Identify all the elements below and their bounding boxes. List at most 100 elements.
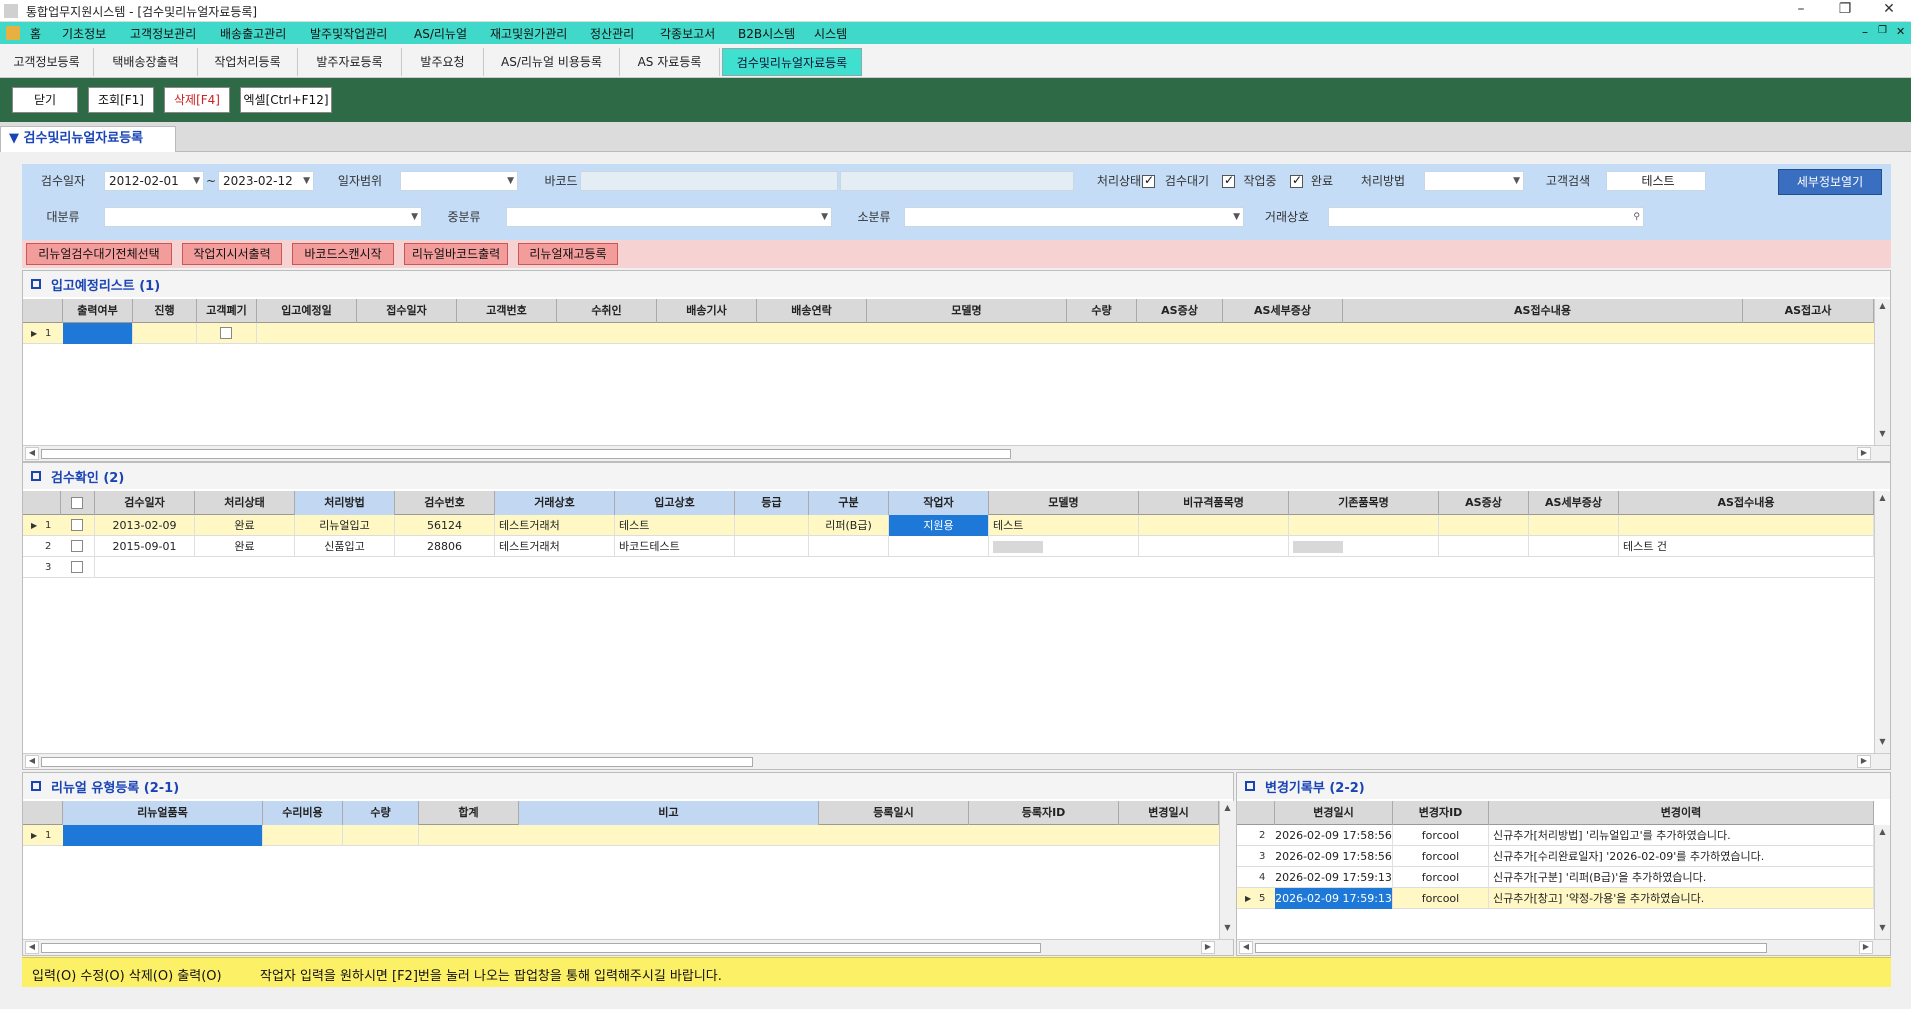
scroll-up-icon[interactable]: ▲ bbox=[1876, 827, 1889, 841]
tab-work-register[interactable]: 작업처리등록 bbox=[198, 48, 298, 76]
column-header[interactable]: 접수일자 bbox=[357, 299, 457, 323]
table-row[interactable]: 2 2026-02-09 17:58:56 forcool 신규추가[처리방법]… bbox=[1237, 825, 1874, 846]
change-log-hscroll[interactable]: ◀ ▶ bbox=[1237, 939, 1890, 955]
grade-cell[interactable] bbox=[735, 515, 809, 536]
menu-item-shipping[interactable]: 배송출고관리 bbox=[220, 25, 286, 42]
mdi-minimize-icon[interactable]: – bbox=[1862, 25, 1868, 39]
tab-inspection-renewal[interactable]: 검수및리뉴얼자료등록 bbox=[722, 48, 862, 76]
method-cell[interactable]: 신품입고 bbox=[295, 536, 395, 557]
scroll-down-icon[interactable]: ▼ bbox=[1221, 923, 1234, 937]
menu-item-b2b[interactable]: B2B시스템 bbox=[738, 25, 795, 42]
column-header[interactable]: 기존품목명 bbox=[1289, 491, 1439, 515]
renewal-hscroll[interactable]: ◀ ▶ bbox=[23, 939, 1233, 955]
tab-order-data[interactable]: 발주자료등록 bbox=[298, 48, 402, 76]
change-log-cell[interactable]: 신규추가[창고] '약정-가용'을 추가하였습니다. bbox=[1489, 888, 1874, 909]
change-log-cell[interactable]: 신규추가[구분] '리퍼(B급)'을 추가하였습니다. bbox=[1489, 867, 1874, 888]
mdi-restore-icon[interactable]: ❐ bbox=[1878, 25, 1887, 36]
table-row[interactable]: 2 2015-09-01 완료 신품입고 28806 테스트거래처 바코드테스트… bbox=[23, 536, 1874, 557]
change-date-cell[interactable]: 2026-02-09 17:59:13 bbox=[1275, 867, 1393, 888]
column-header[interactable]: AS증상 bbox=[1439, 491, 1529, 515]
progress-cell[interactable] bbox=[133, 323, 197, 344]
column-header[interactable]: 처리상태 bbox=[195, 491, 295, 515]
type-cell[interactable]: 리퍼(B급) bbox=[809, 515, 889, 536]
checkbox-done[interactable] bbox=[1290, 173, 1303, 188]
column-header[interactable]: 처리방법 bbox=[295, 491, 395, 515]
mid-category-select[interactable]: ▼ bbox=[506, 207, 832, 227]
date-from-input[interactable]: 2012-02-01 ▼ bbox=[104, 171, 204, 191]
column-header[interactable]: 변경자ID bbox=[1393, 801, 1489, 825]
vendor-input[interactable]: ⚲ bbox=[1328, 207, 1644, 227]
scroll-up-icon[interactable]: ▲ bbox=[1876, 301, 1889, 315]
tab-waybill-print[interactable]: 택배송장출력 bbox=[94, 48, 198, 76]
menu-item-basic-info[interactable]: 기초정보 bbox=[62, 25, 106, 42]
change-log-cell[interactable]: 신규추가[수리완료일자] '2026-02-09'를 추가하였습니다. bbox=[1489, 846, 1874, 867]
renewal-stock-register-button[interactable]: 리뉴얼재고등록 bbox=[518, 243, 618, 265]
column-header[interactable]: 리뉴얼품목 bbox=[63, 801, 263, 825]
restore-icon[interactable]: ❐ bbox=[1830, 1, 1860, 17]
nonstd-cell[interactable] bbox=[1139, 536, 1289, 557]
row-checkbox-cell[interactable] bbox=[61, 536, 95, 557]
column-header[interactable]: 거래상호 bbox=[495, 491, 615, 515]
print-work-order-button[interactable]: 작업지시서출력 bbox=[182, 243, 282, 265]
table-row[interactable]: ▶ 1 bbox=[23, 323, 1874, 344]
renewal-item-cell[interactable] bbox=[63, 825, 263, 846]
column-header[interactable]: 등급 bbox=[735, 491, 809, 515]
column-header[interactable]: 수량 bbox=[1067, 299, 1137, 323]
scroll-up-icon[interactable]: ▲ bbox=[1221, 803, 1234, 817]
grade-cell[interactable] bbox=[735, 536, 809, 557]
column-header[interactable]: 비고 bbox=[519, 801, 819, 825]
as-content-cell[interactable] bbox=[1619, 515, 1874, 536]
quantity-cell[interactable] bbox=[343, 825, 419, 846]
as-symptom-cell[interactable] bbox=[1439, 536, 1529, 557]
minimize-icon[interactable]: – bbox=[1786, 1, 1816, 17]
column-header[interactable]: 진행 bbox=[133, 299, 197, 323]
column-header[interactable]: 출력여부 bbox=[63, 299, 133, 323]
as-content-cell[interactable]: 테스트 건 bbox=[1619, 536, 1874, 557]
column-header[interactable]: 모델명 bbox=[989, 491, 1139, 515]
worker-cell[interactable]: 지원용 bbox=[889, 515, 989, 536]
renewal-barcode-print-button[interactable]: 리뉴얼바코드출력 bbox=[404, 243, 508, 265]
inspect-no-cell[interactable]: 28806 bbox=[395, 536, 495, 557]
scroll-right-icon[interactable]: ▶ bbox=[1857, 447, 1871, 460]
column-header[interactable]: 등록자ID bbox=[969, 801, 1119, 825]
status-cell[interactable]: 완료 bbox=[195, 536, 295, 557]
change-log-vscroll[interactable]: ▲ ▼ bbox=[1874, 825, 1890, 939]
minor-category-select[interactable]: ▼ bbox=[904, 207, 1244, 227]
menu-item-home[interactable]: 홈 bbox=[30, 25, 41, 42]
orig-item-cell[interactable] bbox=[1289, 515, 1439, 536]
row-checkbox[interactable] bbox=[71, 561, 83, 573]
tab-as-data[interactable]: AS 자료등록 bbox=[620, 48, 720, 76]
delete-button[interactable]: 삭제[F4] bbox=[164, 87, 230, 113]
orig-item-cell[interactable] bbox=[1289, 536, 1439, 557]
vendor-cell[interactable]: 테스트거래처 bbox=[495, 536, 615, 557]
vendor-cell[interactable]: 테스트거래처 bbox=[495, 515, 615, 536]
inspect-date-cell[interactable]: 2013-02-09 bbox=[95, 515, 195, 536]
column-header[interactable]: 입고상호 bbox=[615, 491, 735, 515]
change-user-cell[interactable]: forcool bbox=[1393, 846, 1489, 867]
column-header[interactable]: 수량 bbox=[343, 801, 419, 825]
tab-as-cost[interactable]: AS/리뉴얼 비용등록 bbox=[484, 48, 620, 76]
column-header[interactable]: 모델명 bbox=[867, 299, 1067, 323]
mdi-close-icon[interactable]: ✕ bbox=[1896, 25, 1905, 38]
method-select[interactable]: ▼ bbox=[1424, 171, 1524, 191]
barcode-scan-start-button[interactable]: 바코드스캔시작 bbox=[292, 243, 394, 265]
select-all-checkbox[interactable] bbox=[71, 497, 83, 509]
scroll-thumb[interactable] bbox=[41, 449, 1011, 459]
date-to-input[interactable]: 2023-02-12 ▼ bbox=[218, 171, 314, 191]
table-row[interactable]: 3 2026-02-09 17:58:56 forcool 신규추가[수리완료일… bbox=[1237, 846, 1874, 867]
column-header[interactable]: 수리비용 bbox=[263, 801, 343, 825]
table-row[interactable]: ▶ 1 2013-02-09 완료 리뉴얼입고 56124 테스트거래처 테스트 … bbox=[23, 515, 1874, 536]
worker-cell[interactable] bbox=[889, 536, 989, 557]
repair-cost-cell[interactable] bbox=[263, 825, 343, 846]
column-header[interactable]: 수취인 bbox=[557, 299, 657, 323]
incoming-vendor-cell[interactable]: 바코드테스트 bbox=[615, 536, 735, 557]
scroll-left-icon[interactable]: ◀ bbox=[25, 447, 39, 460]
checkbox-wait[interactable] bbox=[1142, 173, 1155, 188]
page-title-tab[interactable]: ▼ 검수및리뉴얼자료등록 bbox=[0, 126, 176, 152]
inspection-vscroll[interactable]: ▲ ▼ bbox=[1874, 491, 1890, 753]
menu-item-order-work[interactable]: 발주및작업관리 bbox=[310, 25, 387, 42]
scroll-down-icon[interactable]: ▼ bbox=[1876, 429, 1889, 443]
scroll-right-icon[interactable]: ▶ bbox=[1857, 755, 1871, 768]
select-all-waiting-button[interactable]: 리뉴얼검수대기전체선택 bbox=[26, 243, 172, 265]
print-flag-cell[interactable] bbox=[63, 323, 133, 344]
